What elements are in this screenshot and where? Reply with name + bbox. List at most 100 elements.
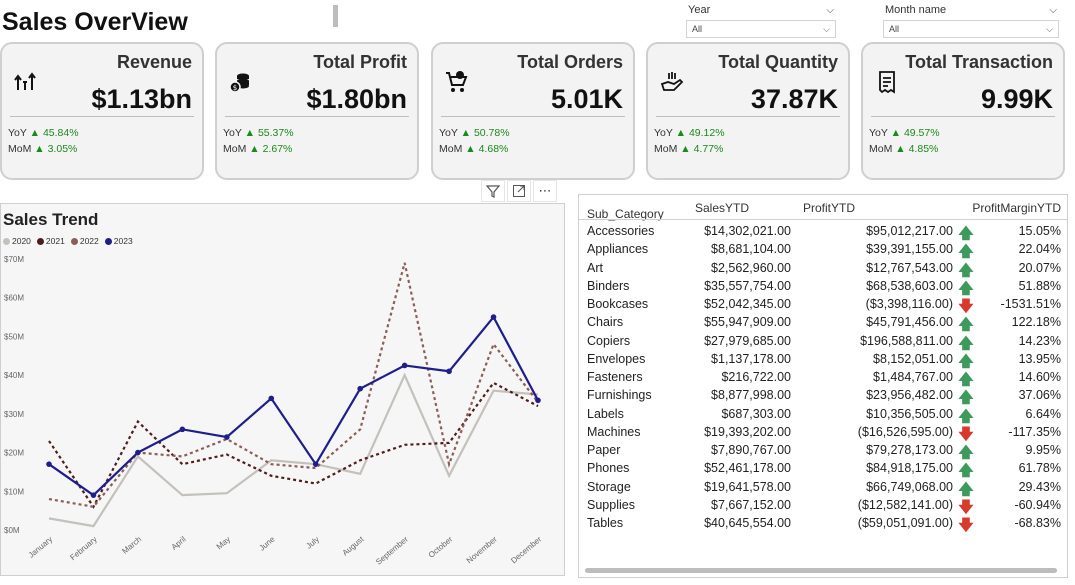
cell-sales-ytd: $2,562,960.00 xyxy=(711,260,791,275)
year-slicer-header[interactable]: Year ⌵ xyxy=(686,0,836,20)
kpi-yoy: YoY ▲ 45.84% xyxy=(8,127,79,139)
header-sales-ytd[interactable]: SalesYTD xyxy=(695,201,749,215)
table-row[interactable]: Phones $52,461,178.00 $84,918,175.00 🡅 61.78… xyxy=(587,461,1061,479)
kpi-mom: MoM ▲ 4.77% xyxy=(654,143,724,155)
data-point-2023[interactable] xyxy=(312,461,319,467)
cell-profit-ytd: $45,791,456.00 xyxy=(866,315,953,330)
filter-icon[interactable] xyxy=(481,180,505,202)
table-row[interactable]: Chairs $55,947,909.00 $45,791,456.00 🡅 122.1… xyxy=(587,315,1061,333)
header-profit-ytd[interactable]: ProfitYTD xyxy=(803,201,855,215)
cell-sub-category: Phones xyxy=(587,461,630,476)
kpi-value: 9.99K xyxy=(980,84,1053,114)
cell-profit-margin-ytd: -117.35% xyxy=(1008,424,1061,439)
series-line-2020[interactable] xyxy=(48,372,539,528)
kpi-value: 37.87K xyxy=(750,84,838,114)
data-point-2023[interactable] xyxy=(357,385,363,392)
table-row[interactable]: Appliances $8,681,104.00 $39,391,155.00 🡅 22… xyxy=(587,242,1061,260)
table-row[interactable]: Furnishings $8,877,998.00 $23,956,482.00 🡅 3… xyxy=(587,388,1061,406)
kpi-yoy: YoY ▲ 49.57% xyxy=(869,127,940,139)
data-point-2023[interactable] xyxy=(490,314,497,320)
table-row[interactable]: Storage $19,641,578.00 $66,749,068.00 🡅 29.4… xyxy=(587,480,1061,498)
cell-sales-ytd: $7,890,767.00 xyxy=(711,443,791,457)
data-point-2023[interactable] xyxy=(446,368,452,375)
table-row[interactable]: Tables $40,645,554.00 ($59,051,091.00) 🡇 -68… xyxy=(587,516,1061,534)
x-tick-label: September xyxy=(374,534,410,566)
data-point-2023[interactable] xyxy=(179,426,186,433)
data-point-2023[interactable] xyxy=(535,397,541,404)
cell-sub-category: Fasteners xyxy=(587,370,643,384)
data-point-2023[interactable] xyxy=(224,434,230,440)
cell-profit-margin-ytd: 20.07% xyxy=(1018,260,1061,275)
trend-plot[interactable]: $0M $10M $20M $30M $40M $50M $60M $70M January Fe… xyxy=(1,249,564,575)
kpi-card-revenue[interactable]: Revenue $1.13bn YoY ▲ 45.84% MoM ▲ 3.05% xyxy=(0,42,204,180)
legend-swatch xyxy=(70,237,78,245)
table-row[interactable]: Supplies $7,667,152.00 ($12,582,141.00) 🡇 -6… xyxy=(587,498,1061,516)
cell-sales-ytd: $8,877,998.00 xyxy=(711,388,791,403)
kpi-divider xyxy=(871,116,1055,117)
kpi-card-total-orders[interactable]: Total Orders 5.01K YoY ▲ 50.78% MoM ▲ 4.… xyxy=(431,42,635,180)
kpi-card-total-quantity[interactable]: Total Quantity 37.87K YoY ▲ 49.12% MoM ▲… xyxy=(646,42,850,180)
x-tick-label: June xyxy=(257,534,276,552)
cell-sales-ytd: $55,947,909.00 xyxy=(704,315,791,330)
data-point-2023[interactable] xyxy=(135,449,141,456)
y-tick-label: $50M xyxy=(4,332,24,341)
kpi-divider xyxy=(656,116,840,117)
table-row[interactable]: Art $2,562,960.00 $12,767,543.00 🡅 20.07% xyxy=(587,261,1061,279)
cell-sales-ytd: $52,042,345.00 xyxy=(704,297,791,311)
y-tick-label: $70M xyxy=(4,255,24,264)
kpi-title: Total Transaction xyxy=(905,52,1053,72)
cell-sub-category: Appliances xyxy=(587,242,649,257)
kpi-value: $1.80bn xyxy=(306,84,407,114)
series-line-2023[interactable] xyxy=(48,315,539,497)
year-slicer-dropdown[interactable]: All ⌵ xyxy=(686,20,836,38)
table-row[interactable]: Fasteners $216,722.00 $1,484,767.00 🡅 14.60% xyxy=(587,370,1061,388)
kpi-card-total-profit[interactable]: $ Total Profit $1.80bn YoY ▲ 55.37% MoM … xyxy=(215,42,419,180)
month-slicer[interactable]: Month name ⌵ All ⌵ xyxy=(883,0,1059,38)
x-tick-label: May xyxy=(215,535,232,552)
year-slicer[interactable]: Year ⌵ All ⌵ xyxy=(686,0,836,38)
legend-item-2023[interactable]: 2023 xyxy=(104,236,133,246)
legend-item-2020[interactable]: 2020 xyxy=(3,236,31,246)
cell-profit-ytd: ($12,582,141.00) xyxy=(857,497,953,512)
table-row[interactable]: Bookcases $52,042,345.00 ($3,398,116.00) 🡇 -… xyxy=(587,297,1061,315)
horizontal-scrollbar[interactable] xyxy=(585,568,1057,573)
kpi-yoy: YoY ▲ 55.37% xyxy=(223,127,294,139)
cell-profit-ytd: $39,391,155.00 xyxy=(866,242,953,257)
y-tick-label: $0M xyxy=(4,526,20,535)
data-point-2023[interactable] xyxy=(46,461,52,467)
table-row[interactable]: Paper $7,890,767.00 $79,278,173.00 🡅 9.95% xyxy=(587,443,1061,461)
table-row[interactable]: Envelopes $1,137,178.00 $8,152,051.00 🡅 13.9… xyxy=(587,352,1061,370)
cell-profit-ytd: $68,538,603.00 xyxy=(866,278,953,293)
chevron-down-icon[interactable]: ⌵ xyxy=(826,5,834,16)
kpi-value: 5.01K xyxy=(550,84,623,114)
cell-profit-ytd: $79,278,173.00 xyxy=(866,443,953,457)
table-row[interactable]: Accessories $14,302,021.00 $95,012,217.00 🡅… xyxy=(587,224,1061,242)
cell-sales-ytd: $7,667,152.00 xyxy=(711,497,791,512)
kpi-card-total-transaction[interactable]: Total Transaction 9.99K YoY ▲ 49.57% MoM… xyxy=(861,42,1065,180)
legend-item-2022[interactable]: 2022 xyxy=(70,236,99,246)
data-point-2023[interactable] xyxy=(401,362,408,369)
subcategory-table[interactable]: Sub_Category SalesYTD ProfitYTD ProfitMa… xyxy=(578,194,1068,578)
table-row[interactable]: Binders $35,557,754.00 $68,538,603.00 🡅 51.8… xyxy=(587,279,1061,297)
focus-mode-icon[interactable] xyxy=(507,180,531,202)
page-title: Sales OverView xyxy=(2,8,188,36)
chevron-down-icon[interactable]: ⌵ xyxy=(1049,5,1057,16)
more-options-icon[interactable]: ⋯ xyxy=(533,180,557,202)
header-profit-margin-ytd[interactable]: ProfitMarginYTD xyxy=(972,201,1061,215)
data-point-2023[interactable] xyxy=(90,492,97,498)
month-slicer-header[interactable]: Month name ⌵ xyxy=(883,0,1059,20)
legend-label: 2022 xyxy=(79,236,99,246)
chevron-down-icon[interactable]: ⌵ xyxy=(823,24,830,35)
sales-trend-chart[interactable]: Sales Trend 2020 2021 2022 2023 $0M $10M $… xyxy=(0,203,565,576)
cell-sales-ytd: $687,303.00 xyxy=(721,406,791,421)
chevron-down-icon[interactable]: ⌵ xyxy=(1046,24,1053,35)
table-row[interactable]: Copiers $27,979,685.00 $196,588,811.00 🡅 14.… xyxy=(587,334,1061,352)
cell-sub-category: Furnishings xyxy=(587,388,652,403)
data-point-2023[interactable] xyxy=(268,395,275,402)
series-line-2022[interactable] xyxy=(48,262,539,508)
table-row[interactable]: Machines $19,393,202.00 ($16,526,595.00) 🡇 -… xyxy=(587,425,1061,443)
table-row[interactable]: Labels $687,303.00 $10,356,505.00 🡅 6.64% xyxy=(587,407,1061,425)
y-tick-label: $40M xyxy=(4,371,24,380)
legend-item-2021[interactable]: 2021 xyxy=(36,236,65,246)
month-slicer-dropdown[interactable]: All ⌵ xyxy=(883,20,1059,38)
